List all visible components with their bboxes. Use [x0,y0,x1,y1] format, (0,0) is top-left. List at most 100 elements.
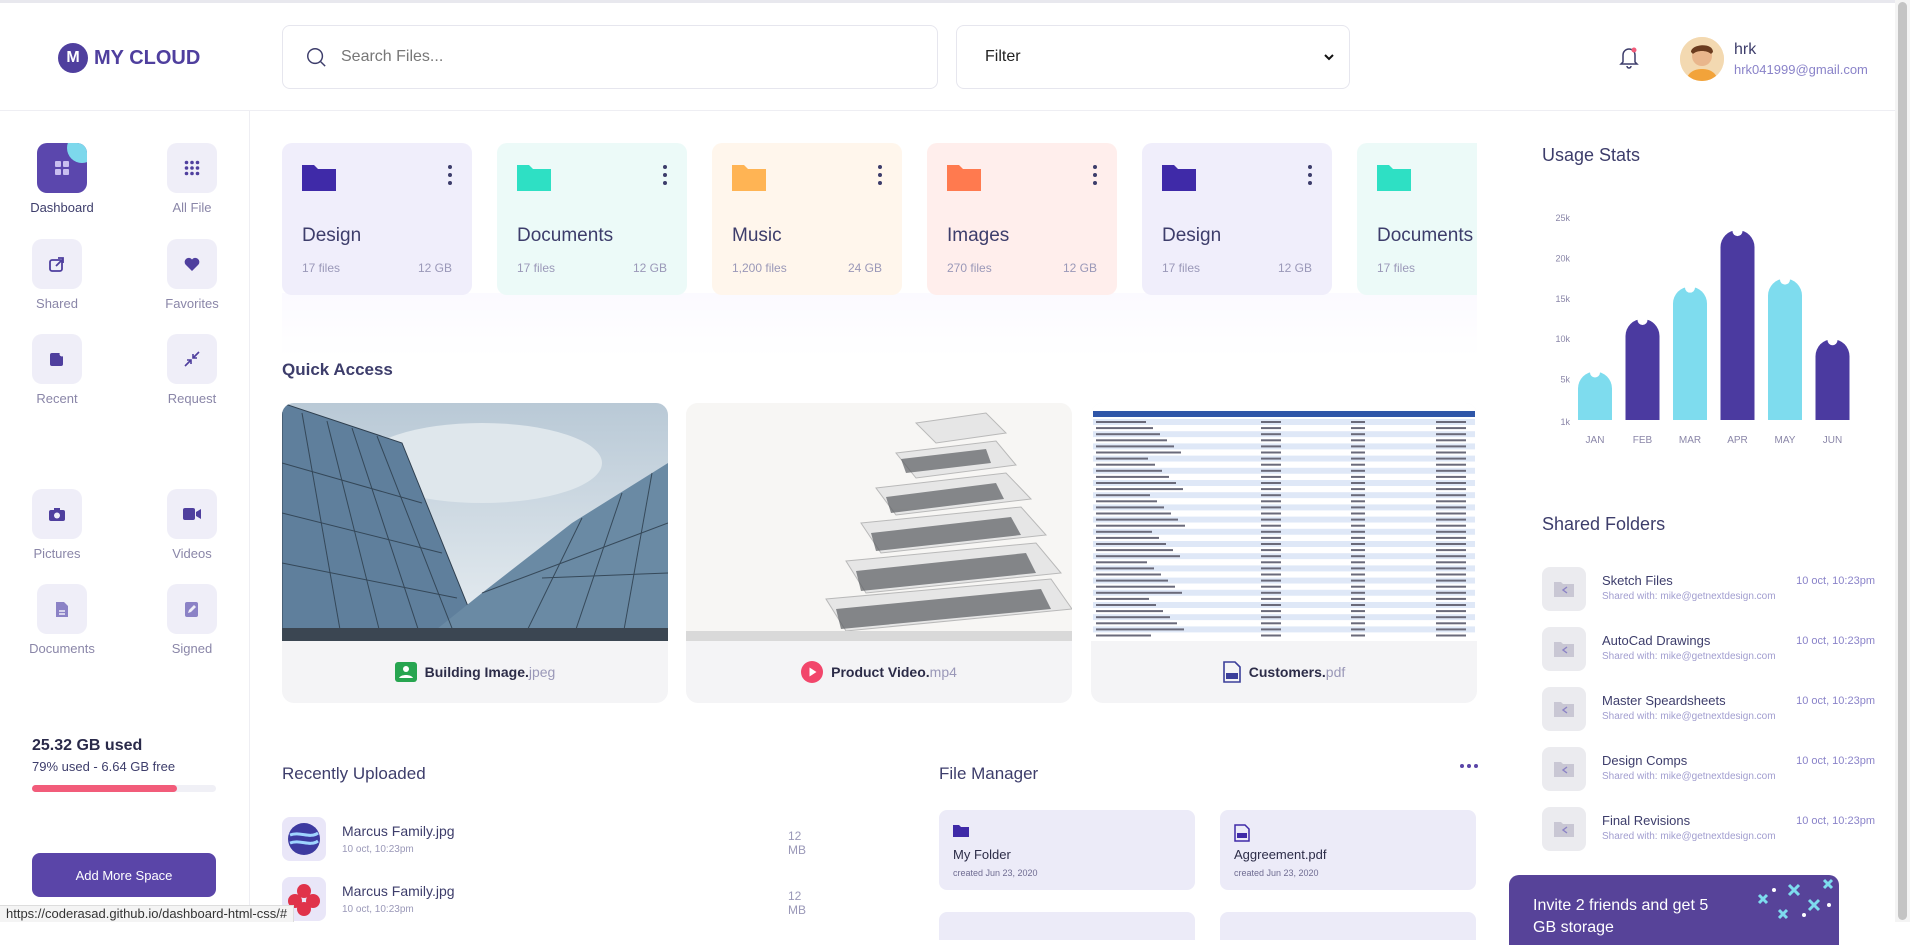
folder-name: Images [947,225,1010,246]
usage-bar-notch [1590,367,1600,378]
shared-folder-item[interactable]: Final Revisions Shared with: mike@getnext… [1542,807,1875,853]
shared-folder-time: 10 oct, 10:23pm [1796,695,1875,707]
sidebar-item-documents[interactable]: Documents [2,584,122,656]
document-icon [37,584,87,634]
more-options-icon[interactable] [1308,165,1312,189]
usage-bar[interactable] [1578,371,1612,420]
usage-bar[interactable] [1673,286,1707,420]
search-input[interactable] [341,48,901,66]
more-options-icon[interactable] [878,165,882,189]
file-manager-item[interactable]: My Folder created Jun 23, 2020 [939,810,1195,890]
folder-name: Documents [517,225,614,246]
shared-folder-item[interactable]: AutoCad Drawings Shared with: mike@getnex… [1542,627,1875,673]
folder-card[interactable]: Design 17 files 12 GB [1142,143,1332,295]
y-tick-label: 1k [1560,417,1570,427]
app-logo[interactable]: M MY CLOUD [58,43,200,73]
sidebar-item-recent[interactable]: Recent [0,334,117,406]
x-tick-label: JAN [1586,435,1605,446]
usage-bar[interactable] [1815,339,1850,420]
shared-folder-recipient: Shared with: mike@getnextdesign.com [1602,591,1776,602]
usage-bar-notch [1827,335,1838,346]
file-thumbnail [282,817,326,861]
quick-access-caption: Customers. pdf [1091,641,1477,703]
folder-card[interactable]: Images 270 files 12 GB [927,143,1117,295]
more-options-icon[interactable] [1093,165,1097,189]
vertical-scrollbar[interactable] [1895,0,1910,922]
quick-access-filename: Product Video. [831,664,930,680]
sidebar-item-pictures[interactable]: Pictures [0,489,117,561]
avatar[interactable] [1680,37,1724,81]
shared-folder-item[interactable]: Sketch Files Shared with: mike@getnextdes… [1542,567,1875,613]
invite-banner[interactable]: Invite 2 friends and get 5 GB storage [1509,875,1839,945]
sidebar-item-request[interactable]: Request [132,334,252,406]
folder-file-count: 270 files [947,261,992,275]
sidebar-item-dashboard[interactable]: Dashboard [2,143,122,215]
status-bar-url: https://coderasad.github.io/dashboard-ht… [0,905,295,922]
sidebar-item-shared[interactable]: Shared [0,239,117,311]
shared-folder-item[interactable]: Master Speardsheets Shared with: mike@get… [1542,687,1875,733]
list-item[interactable]: Marcus Family.jpg 10 oct, 10:23pm 12 MB [282,877,822,925]
file-manager-item[interactable]: Aggreement.pdf created Jun 23, 2020 [1220,810,1476,890]
shared-folder-item[interactable]: Design Comps Shared with: mike@getnextdes… [1542,747,1875,793]
search-bar[interactable] [282,25,938,89]
file-manager-item[interactable] [1220,912,1476,940]
usage-bar[interactable] [1720,230,1755,420]
folder-file-count: 17 files [1377,261,1416,275]
usage-bar[interactable] [1768,278,1802,420]
sidebar-item-label: All File [172,200,212,215]
folder-size: 12 GB [1062,261,1097,275]
folder-name: Documents [1377,225,1474,246]
shared-folders-title: Shared Folders [1542,514,1666,534]
folder-name: Music [732,225,782,246]
x-tick-label: JUN [1823,435,1842,446]
recently-uploaded-title: Recently Uploaded [282,764,426,783]
more-options-icon[interactable] [448,165,452,189]
list-item[interactable]: Marcus Family.jpg 10 oct, 10:23pm 12 MB [282,817,822,865]
shared-folder-recipient: Shared with: mike@getnextdesign.com [1602,711,1776,722]
folder-icon [947,165,981,191]
file-manager-item-name: My Folder [953,847,1011,862]
sidebar-item-videos[interactable]: Videos [132,489,252,561]
folder-name: Design [302,225,362,246]
folder-card[interactable]: Documents 17 files [1357,143,1477,295]
folder-card[interactable]: Music 1,200 files 24 GB [712,143,902,295]
sidebar: Dashboard All File Shared Favorites Rece… [0,111,250,922]
file-manager-item[interactable] [939,912,1195,940]
folder-icon [1377,165,1411,191]
folder-icon [517,165,551,191]
sidebar-item-label: Favorites [165,296,219,311]
folder-name: Design [1162,225,1222,246]
storage-progress-fill [32,785,178,792]
sidebar-item-label: Videos [172,546,212,561]
sidebar-item-all-file[interactable]: All File [132,143,252,215]
shared-folder-icon [1542,567,1586,611]
folder-card[interactable]: Design 17 files 12 GB [282,143,472,295]
folder-file-count: 17 files [302,261,341,275]
more-options-icon[interactable] [663,165,667,189]
top-header: M MY CLOUD Filter hrk hrk041999@gmail.co… [0,3,1910,111]
sidebar-item-signed[interactable]: Signed [132,584,252,656]
shared-folder-time: 10 oct, 10:23pm [1796,635,1875,647]
building-image-preview [282,403,668,641]
sidebar-item-label: Recent [36,391,78,406]
usage-bar-notch [1685,282,1695,293]
filter-select[interactable]: Filter [956,25,1350,89]
quick-access-card[interactable]: Building Image. jpeg [282,403,668,703]
shared-folder-recipient: Shared with: mike@getnextdesign.com [1602,831,1776,842]
usage-bar[interactable] [1625,319,1660,420]
bell-icon[interactable] [1618,45,1640,69]
sidebar-item-favorites[interactable]: Favorites [132,239,252,311]
x-tick-label: MAY [1775,435,1796,446]
pdf-icon [1234,824,1250,842]
add-more-space-button[interactable]: Add More Space [32,853,216,897]
quick-access-card[interactable]: Product Video. mp4 [686,403,1072,703]
arrows-icon [167,334,217,384]
folder-size: 12 GB [632,261,667,275]
quick-access-caption: Building Image. jpeg [282,641,668,703]
quick-access-card[interactable]: Customers. pdf [1091,403,1477,703]
folder-card[interactable]: Documents 17 files 12 GB [497,143,687,295]
file-manager-item-name: Aggreement.pdf [1234,847,1327,862]
file-name: Marcus Family.jpg [342,823,455,839]
scrollbar-thumb[interactable] [1898,2,1907,920]
more-options-icon[interactable] [1460,764,1478,768]
